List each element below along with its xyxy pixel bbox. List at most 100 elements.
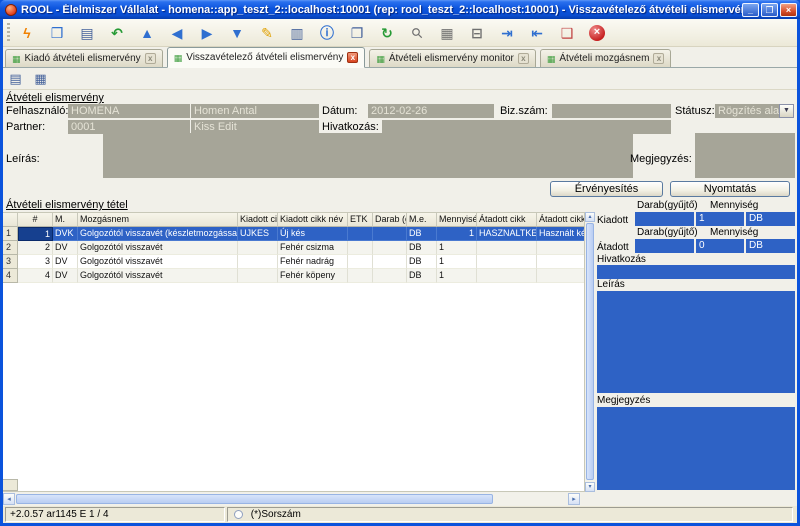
prev-record-icon[interactable]: ◀ — [166, 22, 188, 44]
print-icon[interactable]: ⊟ — [466, 22, 488, 44]
vscroll-thumb[interactable] — [586, 223, 594, 480]
atadott-darab-field[interactable] — [635, 239, 694, 253]
datum-field[interactable]: 2012-02-26 — [368, 104, 494, 118]
table-cell[interactable]: 1 — [437, 269, 477, 283]
partner-code-field[interactable]: 0001 — [68, 120, 190, 134]
column-header[interactable]: Darab (gy — [373, 213, 407, 227]
row-selector[interactable]: 4 — [3, 269, 18, 283]
column-header[interactable]: Kiadott cikk név — [278, 213, 348, 227]
table-cell[interactable] — [348, 241, 373, 255]
row-selector[interactable]: 3 — [3, 255, 18, 269]
table-cell[interactable]: Golgozótól visszavét — [78, 269, 238, 283]
table-cell[interactable]: DB — [407, 241, 437, 255]
undo-icon[interactable]: ↶ — [106, 22, 128, 44]
edit-icon[interactable]: ✎ — [256, 22, 278, 44]
table-cell[interactable] — [348, 255, 373, 269]
atadott-mennyiseg-field[interactable]: 0 — [696, 239, 744, 253]
table-cell[interactable]: DB — [407, 227, 437, 241]
panel-megjegyzes-textarea[interactable] — [597, 407, 795, 490]
refresh-icon[interactable]: ↻ — [376, 22, 398, 44]
info-icon[interactable]: ⓘ — [316, 22, 338, 44]
column-header[interactable]: ETK — [348, 213, 373, 227]
table-cell[interactable]: Fehér csizma — [278, 241, 348, 255]
column-header[interactable]: M. — [53, 213, 78, 227]
tab-close-icon[interactable]: x — [145, 53, 156, 64]
save-icon[interactable]: ▤ — [7, 70, 24, 87]
table-cell[interactable]: Új kés — [278, 227, 348, 241]
scroll-left-icon[interactable]: ◂ — [3, 493, 15, 505]
row-selector[interactable]: 1 — [3, 227, 18, 241]
window-icon[interactable]: ❐ — [346, 22, 368, 44]
felhasznalo-name-field[interactable]: Homen Antal — [191, 104, 319, 118]
scroll-down-icon[interactable]: ▾ — [585, 482, 595, 492]
table-cell[interactable]: DV — [53, 241, 78, 255]
ervenyesites-button[interactable]: Érvényesítés — [550, 181, 663, 197]
tab-visszavetelezo-atveteli-elismerveny[interactable]: ▦ Visszavételező átvételi elismervény x — [167, 47, 366, 68]
close-window-icon[interactable]: ❑ — [556, 22, 578, 44]
table-row[interactable]: 22DVGolgozótól visszavétFehér csizmaDB1 — [3, 241, 584, 255]
column-header[interactable]: Átadott cikk r — [537, 213, 585, 227]
table-cell[interactable] — [348, 227, 373, 241]
table-cell[interactable]: Használt kés — [537, 227, 585, 241]
felhasznalo-code-field[interactable]: HOMENA — [68, 104, 190, 118]
titlebar[interactable]: ROOL - Élelmiszer Vállalat - homena::app… — [0, 0, 800, 19]
export-grid-icon[interactable]: ⇥ — [496, 22, 518, 44]
table-cell[interactable] — [238, 255, 278, 269]
row-selector[interactable]: 2 — [3, 241, 18, 255]
tab-close-icon[interactable]: x — [653, 53, 664, 64]
table-cell[interactable]: 1 — [437, 227, 477, 241]
last-record-icon[interactable]: ▼ — [226, 22, 248, 44]
save-icon[interactable]: ▤ — [76, 22, 98, 44]
column-header[interactable]: # — [18, 213, 53, 227]
kiadott-me-field[interactable]: DB — [746, 212, 795, 226]
nyomtatas-button[interactable]: Nyomtatás — [670, 181, 790, 197]
atadott-me-field[interactable]: DB — [746, 239, 795, 253]
scroll-up-icon[interactable]: ▴ — [585, 212, 595, 222]
sorszam-radio-icon[interactable] — [234, 510, 243, 519]
close-button[interactable]: × — [780, 3, 797, 17]
minimize-button[interactable]: _ — [742, 3, 759, 17]
table-cell[interactable] — [537, 241, 585, 255]
table-cell[interactable]: DVK — [53, 227, 78, 241]
statusz-dropdown-icon[interactable]: ▼ — [779, 104, 794, 118]
table-cell[interactable] — [373, 255, 407, 269]
kiadott-darab-field[interactable] — [635, 212, 694, 226]
table-cell[interactable]: Fehér köpeny — [278, 269, 348, 283]
table-cell[interactable] — [238, 269, 278, 283]
panel-hivatkozas-field[interactable] — [597, 265, 795, 279]
table-cell[interactable]: UJKES — [238, 227, 278, 241]
column-header[interactable]: Kiadott cik — [238, 213, 278, 227]
tab-atveteli-mozgasnem[interactable]: ▦ Átvételi mozgásnem x — [540, 49, 672, 67]
maximize-button[interactable]: ❐ — [761, 3, 778, 17]
tab-atveteli-elismerveny-monitor[interactable]: ▦ Átvételi elismervény monitor x — [369, 49, 536, 67]
table-cell[interactable] — [238, 241, 278, 255]
table-cell[interactable] — [537, 255, 585, 269]
table-cell[interactable]: Golgozótól visszavét — [78, 241, 238, 255]
row-selector-header[interactable] — [3, 213, 18, 227]
partner-name-field[interactable]: Kiss Edit — [191, 120, 319, 134]
table-row[interactable]: 33DVGolgozótól visszavétFehér nadrágDB1 — [3, 255, 584, 269]
table-cell[interactable] — [537, 269, 585, 283]
table-cell[interactable]: 1 — [437, 241, 477, 255]
stop-icon[interactable]: × — [589, 25, 605, 41]
open-icon[interactable]: ❒ — [46, 22, 68, 44]
import-grid-icon[interactable]: ⇤ — [526, 22, 548, 44]
table-cell[interactable] — [477, 241, 537, 255]
hscroll-thumb[interactable] — [16, 494, 493, 504]
layout-grid-icon[interactable]: ▦ — [32, 70, 49, 87]
table-cell[interactable]: 3 — [18, 255, 53, 269]
statusz-combobox[interactable]: Rögzítés alatt — [715, 104, 779, 118]
table-cell[interactable]: HASZNALTKES — [477, 227, 537, 241]
column-header[interactable]: Mennyisé — [437, 213, 477, 227]
hivatkozas-field[interactable] — [382, 120, 671, 134]
table-row[interactable]: 11DVKGolgozótól visszavét (készletmozgás… — [3, 227, 584, 241]
scroll-right-icon[interactable]: ▸ — [568, 493, 580, 505]
table-cell[interactable]: DB — [407, 269, 437, 283]
grid-vertical-scrollbar[interactable]: ▴ ▾ — [585, 212, 595, 492]
bizszam-field[interactable] — [552, 104, 671, 118]
kiadott-mennyiseg-field[interactable]: 1 — [696, 212, 744, 226]
toolbar-grip[interactable] — [7, 23, 10, 43]
tab-close-icon[interactable]: x — [347, 52, 358, 63]
tab-close-icon[interactable]: x — [518, 53, 529, 64]
table-cell[interactable]: Fehér nadrág — [278, 255, 348, 269]
